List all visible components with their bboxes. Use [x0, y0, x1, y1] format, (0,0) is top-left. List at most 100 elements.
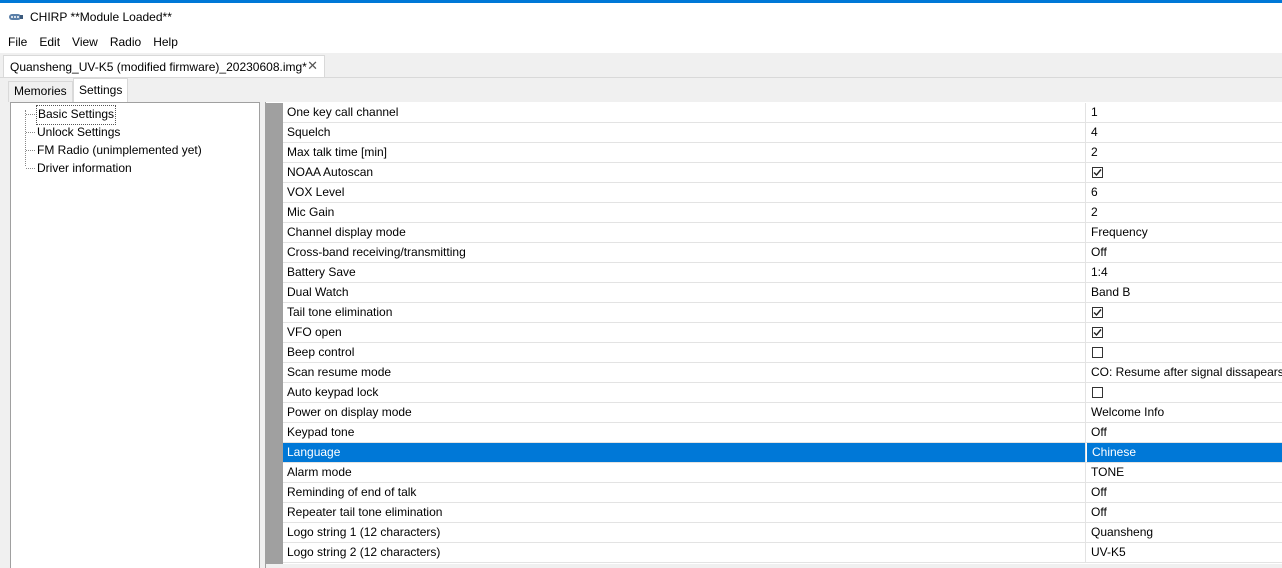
- setting-name: Battery Save: [283, 263, 1086, 282]
- settings-row[interactable]: Cross-band receiving/transmitting Off: [283, 243, 1282, 263]
- tab-memories[interactable]: Memories: [8, 81, 73, 102]
- setting-name: VFO open: [283, 323, 1086, 342]
- menu-edit[interactable]: Edit: [33, 32, 66, 52]
- setting-value[interactable]: 6: [1086, 183, 1282, 202]
- file-tab-label: Quansheng_UV-K5 (modified firmware)_2023…: [10, 59, 307, 74]
- setting-value[interactable]: 1:4: [1086, 263, 1282, 282]
- checkmark-icon: [1093, 308, 1102, 317]
- setting-name: One key call channel: [283, 103, 1086, 122]
- view-tab-strip: Memories Settings: [0, 78, 1282, 102]
- settings-row[interactable]: Beep control: [283, 343, 1282, 363]
- tree-branch-line: [26, 132, 35, 134]
- setting-value[interactable]: Off: [1086, 243, 1282, 262]
- settings-row[interactable]: Reminding of end of talk Off: [283, 483, 1282, 503]
- tree-item-basic-settings[interactable]: Basic Settings: [36, 105, 117, 125]
- checkmark-icon: [1093, 168, 1102, 177]
- checkbox-checked[interactable]: [1092, 307, 1103, 318]
- settings-row[interactable]: VFO open: [283, 323, 1282, 343]
- setting-value[interactable]: TONE: [1086, 463, 1282, 482]
- setting-value[interactable]: Off: [1086, 483, 1282, 502]
- setting-value[interactable]: 2: [1086, 143, 1282, 162]
- settings-row[interactable]: Power on display mode Welcome Info: [283, 403, 1282, 423]
- setting-name: Keypad tone: [283, 423, 1086, 442]
- setting-value[interactable]: UV-K5: [1086, 543, 1282, 562]
- setting-name: Channel display mode: [283, 223, 1086, 242]
- settings-row[interactable]: Logo string 2 (12 characters) UV-K5: [283, 543, 1282, 563]
- file-tab[interactable]: Quansheng_UV-K5 (modified firmware)_2023…: [3, 55, 325, 77]
- settings-row[interactable]: Dual Watch Band B: [283, 283, 1282, 303]
- tree-item-driver-information[interactable]: Driver information: [36, 159, 133, 177]
- setting-value: [1086, 383, 1282, 402]
- setting-name: Repeater tail tone elimination: [283, 503, 1086, 522]
- setting-value[interactable]: Quansheng: [1086, 523, 1282, 542]
- setting-value[interactable]: Band B: [1086, 283, 1282, 302]
- grid-bottom-edge: [266, 564, 1282, 568]
- setting-value: [1086, 323, 1282, 342]
- tree-item-fm-radio-unimplemented-yet[interactable]: FM Radio (unimplemented yet): [36, 141, 203, 159]
- settings-row[interactable]: Logo string 1 (12 characters) Quansheng: [283, 523, 1282, 543]
- settings-grid: One key call channel 1 Squelch 4 Max talk ti…: [283, 103, 1282, 563]
- setting-name: NOAA Autoscan: [283, 163, 1086, 182]
- settings-row[interactable]: Keypad tone Off: [283, 423, 1282, 443]
- settings-row[interactable]: Mic Gain 2: [283, 203, 1282, 223]
- setting-name: Auto keypad lock: [283, 383, 1086, 402]
- checkmark-icon: [1093, 328, 1102, 337]
- settings-tree: Basic Settings Unlock Settings FM Radio (u…: [10, 102, 260, 568]
- setting-value[interactable]: 4: [1086, 123, 1282, 142]
- setting-name: Dual Watch: [283, 283, 1086, 302]
- settings-row[interactable]: Language Chinese: [283, 443, 1282, 463]
- settings-row[interactable]: Battery Save 1:4: [283, 263, 1282, 283]
- settings-row[interactable]: NOAA Autoscan: [283, 163, 1282, 183]
- settings-row[interactable]: Scan resume mode CO: Resume after signal …: [283, 363, 1282, 383]
- settings-row[interactable]: Repeater tail tone elimination Off: [283, 503, 1282, 523]
- menu-bar: File Edit View Radio Help: [0, 31, 1282, 53]
- chirp-app-icon: [8, 11, 24, 23]
- checkbox-unchecked[interactable]: [1092, 387, 1103, 398]
- settings-row[interactable]: Alarm mode TONE: [283, 463, 1282, 483]
- setting-name: Language: [283, 443, 1086, 462]
- settings-row[interactable]: VOX Level 6: [283, 183, 1282, 203]
- settings-row[interactable]: Tail tone elimination: [283, 303, 1282, 323]
- setting-value[interactable]: 2: [1086, 203, 1282, 222]
- grid-row-header-gutter: [266, 103, 283, 565]
- setting-name: Alarm mode: [283, 463, 1086, 482]
- setting-name: Squelch: [283, 123, 1086, 142]
- tab-settings[interactable]: Settings: [73, 78, 129, 102]
- chirp-window: CHIRP **Module Loaded** File Edit View Radi…: [0, 0, 1282, 568]
- setting-value[interactable]: Welcome Info: [1086, 403, 1282, 422]
- tree-branch-line: [26, 114, 35, 116]
- tree-guide-line: [25, 110, 27, 166]
- setting-value: [1086, 303, 1282, 322]
- setting-name: Tail tone elimination: [283, 303, 1086, 322]
- menu-view[interactable]: View: [66, 32, 104, 52]
- menu-help[interactable]: Help: [147, 32, 184, 52]
- settings-row[interactable]: Max talk time [min] 2: [283, 143, 1282, 163]
- setting-name: Cross-band receiving/transmitting: [283, 243, 1086, 262]
- setting-value[interactable]: 1: [1086, 103, 1282, 122]
- settings-row[interactable]: Squelch 4: [283, 123, 1282, 143]
- setting-value[interactable]: Chinese: [1086, 443, 1282, 462]
- setting-value[interactable]: Off: [1086, 423, 1282, 442]
- setting-name: Logo string 2 (12 characters): [283, 543, 1086, 562]
- menu-file[interactable]: File: [2, 32, 33, 52]
- setting-value[interactable]: CO: Resume after signal dissapears: [1086, 363, 1282, 382]
- setting-name: Power on display mode: [283, 403, 1086, 422]
- tree-item-unlock-settings[interactable]: Unlock Settings: [36, 123, 121, 141]
- settings-row[interactable]: One key call channel 1: [283, 103, 1282, 123]
- settings-row[interactable]: Channel display mode Frequency: [283, 223, 1282, 243]
- setting-name: Max talk time [min]: [283, 143, 1086, 162]
- setting-name: Scan resume mode: [283, 363, 1086, 382]
- checkbox-checked[interactable]: [1092, 167, 1103, 178]
- setting-value[interactable]: Off: [1086, 503, 1282, 522]
- setting-name: Reminding of end of talk: [283, 483, 1086, 502]
- setting-name: VOX Level: [283, 183, 1086, 202]
- setting-name: Beep control: [283, 343, 1086, 362]
- close-icon[interactable]: ✕: [307, 58, 318, 74]
- checkbox-checked[interactable]: [1092, 327, 1103, 338]
- checkbox-unchecked[interactable]: [1092, 347, 1103, 358]
- setting-value: [1086, 163, 1282, 182]
- setting-value[interactable]: Frequency: [1086, 223, 1282, 242]
- settings-row[interactable]: Auto keypad lock: [283, 383, 1282, 403]
- menu-radio[interactable]: Radio: [104, 32, 147, 52]
- setting-value: [1086, 343, 1282, 362]
